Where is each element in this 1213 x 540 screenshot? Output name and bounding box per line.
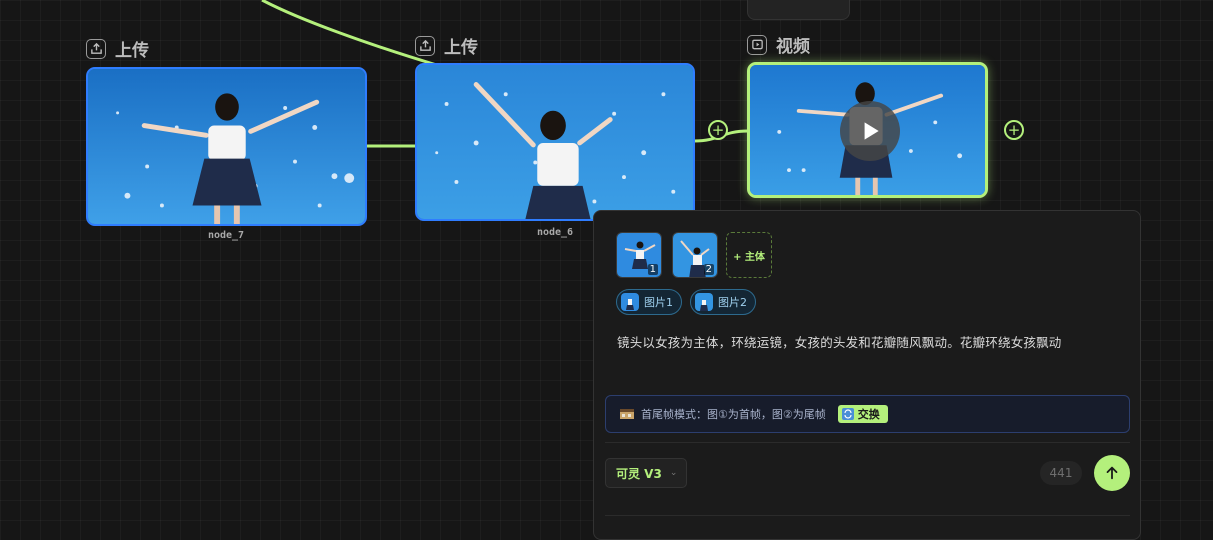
- upload-node-title-2: 上传: [415, 33, 478, 58]
- panel-divider-bottom: [605, 515, 1130, 516]
- upload-icon: [415, 35, 435, 56]
- video-node-label: 视频: [776, 37, 810, 57]
- add-subject-button[interactable]: + 主体: [726, 232, 772, 278]
- model-label: 可灵 V3: [616, 466, 662, 481]
- swap-label: 交换: [857, 408, 880, 421]
- swap-button[interactable]: 交换: [837, 405, 888, 423]
- prompt-input[interactable]: 镜头以女孩为主体，环绕运镜，女孩的头发和花瓣随风飘动。花瓣环绕女孩飘动: [617, 332, 1117, 351]
- play-button[interactable]: [840, 101, 900, 161]
- swap-icon: [841, 408, 854, 420]
- image-ref-label: 图片2: [718, 296, 747, 309]
- girl-petals-image: [88, 69, 365, 224]
- frame-mode-text: 首尾帧模式：图①为首帧，图②为尾帧: [641, 408, 826, 421]
- node-7-caption: node_7: [207, 230, 245, 241]
- reference-thumbnail-2[interactable]: 2: [672, 232, 718, 278]
- upload-node-title: 上传: [86, 36, 149, 61]
- image-ref-tag-2[interactable]: 图片2: [690, 289, 756, 315]
- credit-count-badge: 441: [1040, 461, 1082, 485]
- top-toolbar-chip[interactable]: [747, 0, 850, 20]
- play-icon: [864, 122, 879, 140]
- thumbnail-number: 2: [703, 264, 714, 275]
- video-node[interactable]: [747, 62, 988, 198]
- image-node-7[interactable]: [86, 67, 367, 226]
- girl-petals-image: [417, 65, 693, 219]
- connection-port[interactable]: +: [708, 120, 728, 140]
- workflow-canvas[interactable]: 上传 node_7 上传 node_6 + 视频 + 1 2 + 主体 图片1 …: [0, 0, 1213, 540]
- reference-thumbnail-1[interactable]: 1: [616, 232, 662, 278]
- generation-panel: 1 2 + 主体 图片1 图片2 镜头以女孩为主体，环绕运镜，女孩的头发和花瓣随…: [593, 210, 1141, 540]
- image-ref-thumbnail: [621, 293, 639, 311]
- panel-divider: [605, 442, 1130, 443]
- edge-top: [261, 0, 441, 68]
- film-icon: [620, 409, 634, 419]
- chevron-down-icon: ⌄: [669, 468, 678, 478]
- frame-mode-bar: 首尾帧模式：图①为首帧，图②为尾帧 交换: [605, 395, 1130, 433]
- video-node-title: 视频: [747, 32, 810, 57]
- node-6-caption: node_6: [536, 227, 574, 238]
- image-ref-thumbnail: [695, 293, 713, 311]
- send-button[interactable]: [1094, 455, 1130, 491]
- model-select[interactable]: 可灵 V3 ⌄: [605, 458, 687, 488]
- image-ref-tag-1[interactable]: 图片1: [616, 289, 682, 315]
- video-icon: [747, 34, 767, 55]
- arrow-up-icon: [1106, 466, 1118, 480]
- upload-node-label: 上传: [444, 38, 478, 58]
- upload-icon: [86, 38, 106, 59]
- thumbnail-number: 1: [647, 264, 658, 275]
- add-output-port[interactable]: +: [1004, 120, 1024, 140]
- upload-node-label: 上传: [115, 41, 149, 61]
- image-ref-label: 图片1: [644, 296, 673, 309]
- image-node-6[interactable]: [415, 63, 695, 221]
